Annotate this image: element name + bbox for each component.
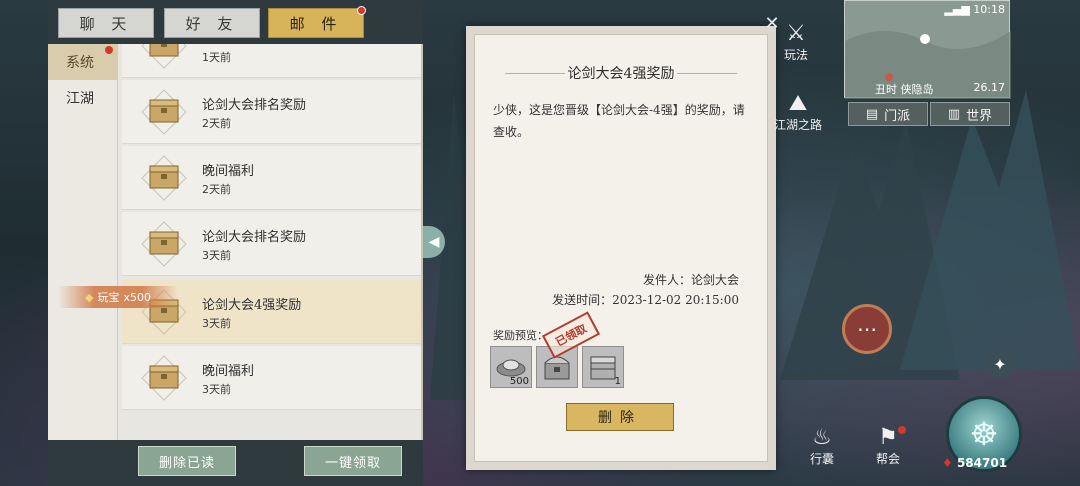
ingot-icon: ◆ xyxy=(85,290,94,304)
chest-icon xyxy=(140,44,188,70)
bag-button[interactable]: ♨ 行囊 xyxy=(810,426,834,467)
mail-item[interactable]: 论剑大会排名奖励 2天前 xyxy=(122,80,421,144)
star-icon: ✦ xyxy=(993,354,1007,374)
mail-category-list: 系统 江湖 xyxy=(48,44,118,444)
tab-friends[interactable]: 好 友 xyxy=(164,8,260,38)
mail-time: 2天前 xyxy=(202,183,231,196)
bag-icon: ♨ xyxy=(812,425,832,450)
letter-title: 论剑大会4强奖励 xyxy=(567,66,675,82)
flag-icon: ⚑ xyxy=(878,425,898,450)
category-system[interactable]: 系统 xyxy=(48,44,117,80)
reward-toast-label: 玩宝 xyxy=(97,291,120,304)
notification-badge xyxy=(105,46,113,54)
chevron-left-icon: ◀ xyxy=(428,234,440,250)
mail-list: 1天前 论剑大会排名奖励 2天前 晚间福利 2天前 论剑大会排名奖励 3天前 论… xyxy=(122,44,421,440)
mail-time: 2天前 xyxy=(202,117,231,130)
scroll-icon: ⚔ xyxy=(786,21,806,46)
reward-slot[interactable]: 1 xyxy=(582,346,624,388)
mail-title: 论剑大会排名奖励 xyxy=(202,98,307,113)
skill-star-button[interactable]: ✦ xyxy=(986,350,1014,378)
mail-time: 3天前 xyxy=(202,383,231,396)
letter-sent-time: 发送时间：2023-12-02 20:15:00 xyxy=(552,293,739,307)
mail-item[interactable]: 论剑大会排名奖励 3天前 xyxy=(122,212,421,276)
minimap[interactable]: ▂▄▆ 10:18 丑时 侠隐岛 26.17 xyxy=(844,0,1011,99)
chat-icon: ⋯ xyxy=(857,317,877,341)
map-coordinates: 26.17 xyxy=(973,81,1006,94)
reward-qty: 1 xyxy=(614,376,621,387)
meditation-figure-icon: ☸ xyxy=(969,415,999,453)
reward-preview-label: 奖励预览： xyxy=(493,329,548,342)
notification-badge xyxy=(357,6,366,15)
mail-item[interactable]: 晚间福利 3天前 xyxy=(122,346,421,410)
play-menu-button[interactable]: ⚔ 玩法 xyxy=(784,22,808,63)
mail-time: 3天前 xyxy=(202,317,231,330)
mail-item[interactable]: 晚间福利 2天前 xyxy=(122,146,421,210)
close-icon[interactable]: ✕ xyxy=(761,12,783,34)
chest-icon xyxy=(140,354,188,402)
delete-read-button[interactable]: 删除已读 xyxy=(138,446,236,476)
chest-icon xyxy=(140,154,188,202)
reward-qty: 500 xyxy=(509,376,529,387)
combat-power: ♦ 584701 xyxy=(942,456,1008,470)
delete-mail-button[interactable]: 删除 xyxy=(566,403,674,431)
chat-tab-bar: 聊 天 好 友 邮 件 xyxy=(48,0,423,44)
guild-button[interactable]: ⚑ 帮会 xyxy=(876,425,907,467)
reward-slot[interactable]: 500 xyxy=(490,346,532,388)
mail-title: 晚间福利 xyxy=(202,164,255,179)
mail-title: 论剑大会排名奖励 xyxy=(202,230,307,245)
category-jianghu[interactable]: 江湖 xyxy=(48,80,117,116)
jianghu-path-button[interactable]: ⛰ 江湖之路 xyxy=(774,92,822,133)
sect-icon: ▤ xyxy=(865,106,879,122)
tab-chat[interactable]: 聊 天 xyxy=(58,8,154,38)
chest-icon xyxy=(140,220,188,268)
claim-all-button[interactable]: 一键领取 xyxy=(304,446,402,476)
notification-badge xyxy=(898,426,907,434)
reward-toast-amount: x500 xyxy=(123,290,151,304)
letter-body: 少侠，这是您晋级【论剑大会-4强】的奖励，请查收。 xyxy=(493,103,745,139)
path-icon: ⛰ xyxy=(788,91,808,116)
mail-title: 论剑大会4强奖励 xyxy=(202,298,302,313)
mail-time: 1天前 xyxy=(202,51,231,64)
sect-button[interactable]: ▤ 门派 xyxy=(848,102,928,126)
world-button[interactable]: ▥ 世界 xyxy=(930,102,1010,126)
world-icon: ▥ xyxy=(947,106,961,122)
reward-toast: ◆ 玩宝 x500 xyxy=(58,286,178,308)
tab-mail[interactable]: 邮 件 xyxy=(268,6,366,38)
letter-paper: 论剑大会4强奖励 少侠，这是您晋级【论剑大会-4强】的奖励，请查收。 发件人：论… xyxy=(474,34,768,462)
mail-panel: 聊 天 好 友 邮 件 系统 江湖 1天前 论剑大会排名奖励 2天前 晚间福利 … xyxy=(48,0,423,486)
letter-sender: 发件人：论剑大会 xyxy=(642,273,739,287)
mail-time: 3天前 xyxy=(202,249,231,262)
chat-bubble-button[interactable]: ⋯ xyxy=(842,304,892,354)
power-icon: ♦ xyxy=(942,456,953,470)
mail-item[interactable]: 1天前 xyxy=(122,44,421,78)
mail-title: 晚间福利 xyxy=(202,364,255,379)
map-location: 丑时 侠隐岛 xyxy=(875,83,934,96)
chest-icon xyxy=(140,88,188,136)
